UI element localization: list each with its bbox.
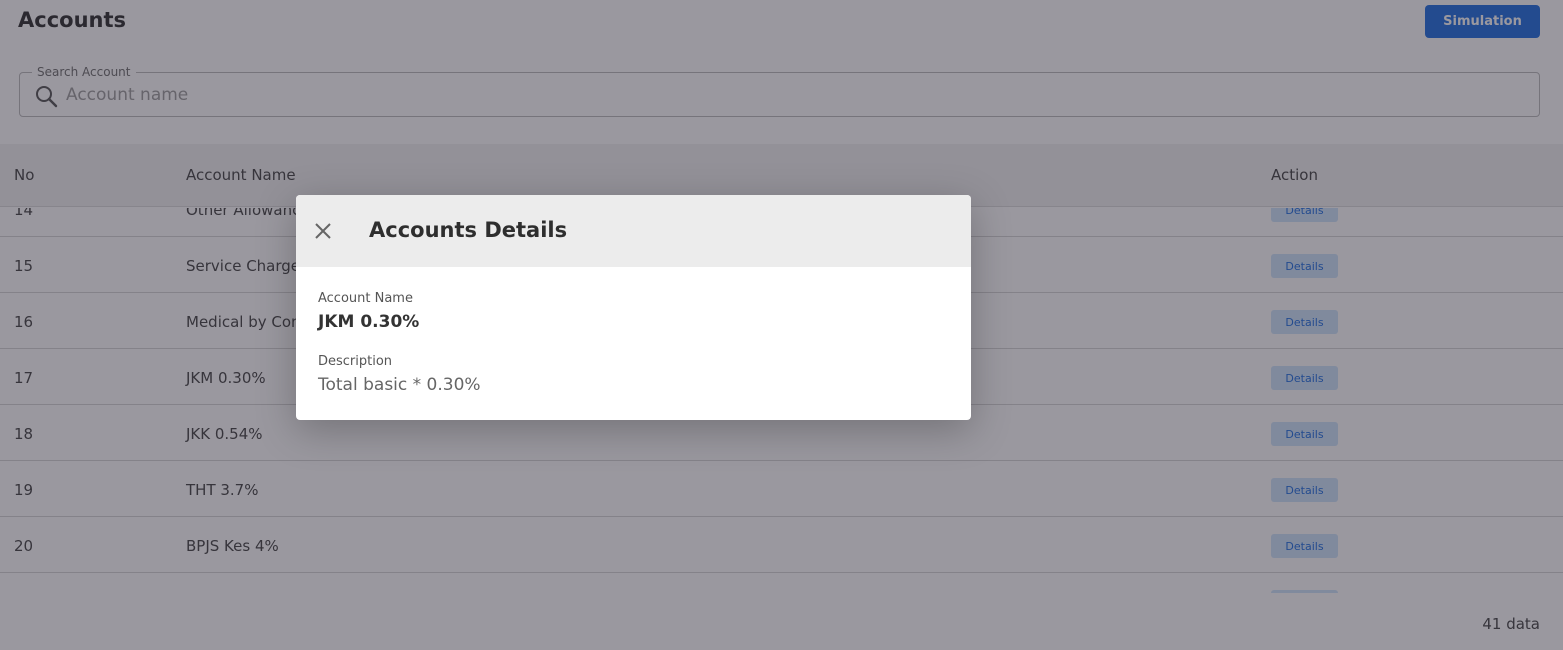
account-details-dialog: Accounts Details Account Name JKM 0.30% …: [296, 195, 971, 420]
account-name-value: JKM 0.30%: [318, 312, 420, 332]
accounts-page: Accounts Simulation Search Account No Ac…: [0, 0, 1563, 650]
close-icon[interactable]: [313, 221, 333, 241]
description-label: Description: [318, 354, 393, 369]
account-name-label: Account Name: [318, 291, 413, 306]
dialog-title: Accounts Details: [369, 218, 568, 242]
description-value: Total basic * 0.30%: [318, 375, 481, 395]
dialog-header: Accounts Details: [296, 195, 971, 267]
